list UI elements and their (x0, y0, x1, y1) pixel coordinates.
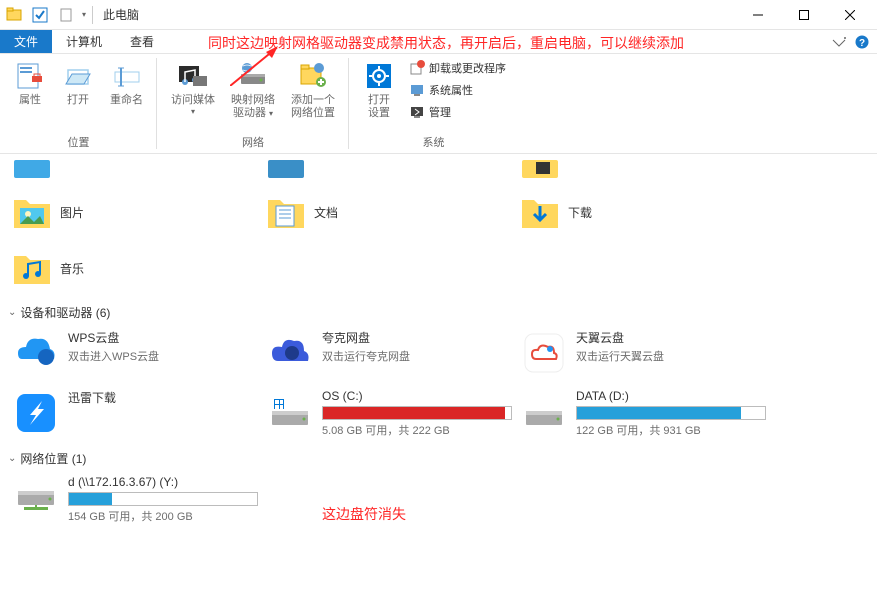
folder-pictures[interactable]: 图片 (8, 188, 262, 236)
folder-label: 下载 (568, 204, 592, 221)
add-location-icon (297, 60, 329, 92)
tab-computer[interactable]: 计算机 (52, 30, 116, 53)
window-controls (735, 0, 873, 30)
help-icon[interactable]: ? (855, 35, 869, 49)
ribbon: 属性 打开 重命名 位置 访问媒体 ▾ 映射网络驱动器 ▾ (0, 54, 877, 154)
storage-bar (68, 492, 258, 506)
close-button[interactable] (827, 0, 873, 30)
folder-icon (266, 158, 306, 180)
folder-label: 图片 (60, 204, 84, 221)
open-button[interactable]: 打开 (56, 58, 100, 109)
maximize-button[interactable] (781, 0, 827, 30)
minimize-ribbon-icon[interactable] (831, 36, 847, 48)
manage-icon (409, 104, 425, 120)
documents-icon (266, 192, 306, 232)
storage-bar (576, 406, 766, 420)
checkbox-qat-icon[interactable] (30, 5, 50, 25)
annotation-mid: 这边盘符消失 (322, 504, 406, 524)
rename-button[interactable]: 重命名 (104, 58, 149, 109)
tab-view[interactable]: 查看 (116, 30, 168, 53)
device-data-drive[interactable]: DATA (D:) 122 GB 可用，共 931 GB (516, 385, 770, 442)
drive-icon (520, 389, 568, 437)
ribbon-group-location: 属性 打开 重命名 位置 (0, 54, 157, 153)
quick-access-toolbar: ▾ (4, 5, 86, 25)
quark-icon (266, 329, 314, 377)
media-icon (177, 60, 209, 92)
group-label-location: 位置 (8, 134, 149, 151)
wps-icon (12, 329, 60, 377)
folder-item[interactable] (8, 158, 262, 180)
rename-icon (111, 60, 143, 92)
group-label-network: 网络 (165, 134, 341, 151)
open-settings-button[interactable]: 打开设置 (357, 58, 401, 122)
sys-props-button[interactable]: 系统属性 (405, 80, 510, 100)
properties-button[interactable]: 属性 (8, 58, 52, 109)
properties-icon (14, 60, 46, 92)
drive-icon (266, 389, 314, 437)
folder-row-partial (8, 158, 869, 180)
uninstall-button[interactable]: 卸载或更改程序 (405, 58, 510, 78)
dropdown-caret-icon: ▾ (191, 107, 195, 116)
folder-documents[interactable]: 文档 (262, 188, 516, 236)
folder-label: 文档 (314, 204, 338, 221)
device-quark[interactable]: 夸克网盘 双击运行夸克网盘 (262, 325, 516, 381)
manage-button[interactable]: 管理 (405, 102, 510, 122)
chevron-down-icon: ⌄ (8, 307, 16, 318)
device-wps[interactable]: WPS云盘 双击进入WPS云盘 (8, 325, 262, 381)
annotation-top: 同时这边映射网格驱动器变成禁用状态，再开启后，重启电脑，可以继续添加 (208, 33, 684, 53)
titlebar-divider (92, 6, 93, 24)
minimize-button[interactable] (735, 0, 781, 30)
section-devices[interactable]: ⌄ 设备和驱动器 (6) (8, 300, 869, 325)
access-media-button[interactable]: 访问媒体 ▾ (165, 58, 221, 118)
folder-downloads[interactable]: 下载 (516, 188, 770, 236)
storage-bar (322, 406, 512, 420)
group-label-system: 系统 (357, 134, 510, 151)
ribbon-group-system: 打开设置 卸载或更改程序 系统属性 管理 系统 (349, 54, 518, 153)
folder-music[interactable]: 音乐 (8, 244, 262, 292)
folder-label: 音乐 (60, 260, 84, 277)
device-tianyi[interactable]: 天翼云盘 双击运行天翼云盘 (516, 325, 770, 381)
section-netloc[interactable]: ⌄ 网络位置 (1) (8, 446, 869, 471)
pictures-icon (12, 192, 52, 232)
uninstall-icon (409, 60, 425, 76)
folder-icon (12, 158, 52, 180)
sysprops-icon (409, 82, 425, 98)
tab-file[interactable]: 文件 (0, 30, 52, 53)
settings-icon (363, 60, 395, 92)
titlebar: ▾ 此电脑 (0, 0, 877, 30)
tianyi-icon (520, 329, 568, 377)
explorer-icon (4, 5, 24, 25)
open-icon (62, 60, 94, 92)
paste-qat-icon[interactable] (56, 5, 76, 25)
window-title: 此电脑 (103, 6, 139, 23)
svg-text:?: ? (859, 38, 865, 49)
music-icon (12, 248, 52, 288)
folder-icon (520, 158, 560, 180)
xunlei-icon (12, 389, 60, 437)
device-network-drive[interactable]: d (\\172.16.3.67) (Y:) 154 GB 可用，共 200 G… (8, 471, 262, 528)
network-drive-icon (12, 475, 60, 523)
folder-item[interactable] (262, 158, 516, 180)
device-xunlei[interactable]: 迅雷下载 (8, 385, 262, 442)
qat-dropdown-icon[interactable]: ▾ (82, 10, 86, 19)
device-os-drive[interactable]: OS (C:) 5.08 GB 可用，共 222 GB (262, 385, 516, 442)
content-area: 图片 文档 下载 音乐 ⌄ 设备和驱动器 (6) WPS云盘 双击进入WPS云盘 (0, 154, 877, 540)
folder-item[interactable] (516, 158, 770, 180)
downloads-icon (520, 192, 560, 232)
add-location-button[interactable]: 添加一个网络位置 (285, 58, 341, 122)
chevron-down-icon: ⌄ (8, 453, 16, 464)
